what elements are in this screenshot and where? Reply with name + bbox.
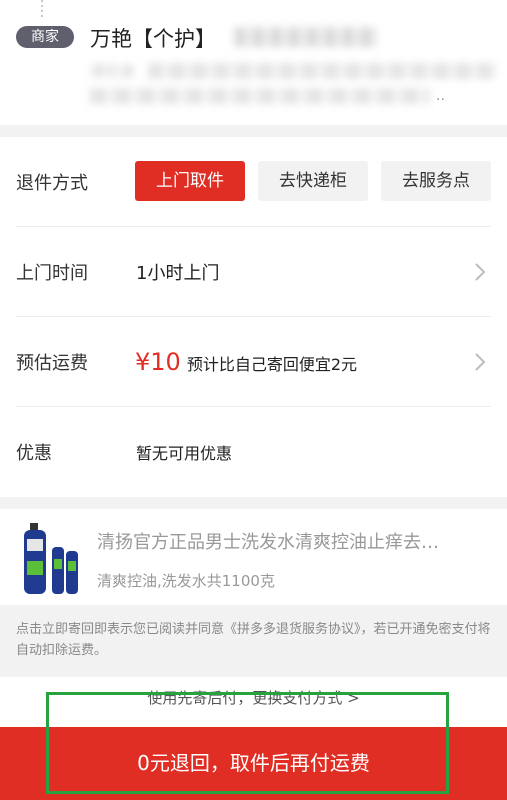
address-line-2-blurred — [90, 88, 430, 104]
return-method-row: 退件方式 上门取件 去快递柜 去服务点 — [0, 137, 507, 227]
option-door-pickup[interactable]: 上门取件 — [135, 161, 245, 201]
pickup-time-row[interactable]: 上门时间 1小时上门 — [0, 227, 507, 317]
recipient-name: 万艳【个护】 — [90, 27, 216, 51]
product-thumbnail — [24, 523, 78, 594]
pickup-time-label: 上门时间 — [16, 263, 88, 284]
address-line-1-blurred — [148, 63, 496, 79]
pickup-time-value: 1小时上门 — [136, 263, 220, 284]
shipping-fee-row[interactable]: 预估运费 ¥10 预计比自己寄回便宜2元 — [0, 317, 507, 407]
option-service-point[interactable]: 去服务点 — [381, 161, 491, 201]
address-card[interactable]: 商家 万艳【个护】 湖北省 .. — [0, 0, 507, 125]
shipping-fee-label: 预估运费 — [16, 353, 88, 374]
phone-number-blurred — [234, 27, 378, 47]
address-line-1-prefix: 湖北省 — [90, 62, 136, 80]
agreement-notice: 点击立即寄回即表示您已阅读并同意《拼多多退货服务协议》，若已开通免密支付将自动扣… — [16, 622, 491, 658]
merchant-badge: 商家 — [16, 26, 74, 48]
discount-row: 优惠 暂无可用优惠 — [0, 407, 507, 497]
discount-label: 优惠 — [16, 443, 52, 464]
connector-dots — [41, 0, 43, 18]
change-payment-link[interactable]: 使用先寄后付，更换支付方式 > — [0, 687, 507, 708]
submit-return-button[interactable]: 0元退回，取件后再付运费 — [0, 727, 507, 800]
chevron-right-icon[interactable] — [473, 261, 487, 283]
discount-value: 暂无可用优惠 — [136, 444, 233, 463]
chevron-right-icon[interactable] — [473, 351, 487, 373]
product-title: 清扬官方正品男士洗发水清爽控油止痒去… — [97, 532, 439, 553]
address-ellipsis: .. — [436, 88, 445, 104]
shipping-fee-note: 预计比自己寄回便宜2元 — [186, 355, 357, 374]
shipping-fee-price: ¥10 — [135, 348, 181, 376]
return-method-label: 退件方式 — [16, 173, 88, 194]
return-form: 退件方式 上门取件 去快递柜 去服务点 上门时间 1小时上门 预估运费 ¥10 … — [0, 137, 507, 497]
option-locker[interactable]: 去快递柜 — [258, 161, 368, 201]
product-spec: 清爽控油,洗发水共1100克 — [97, 572, 275, 590]
